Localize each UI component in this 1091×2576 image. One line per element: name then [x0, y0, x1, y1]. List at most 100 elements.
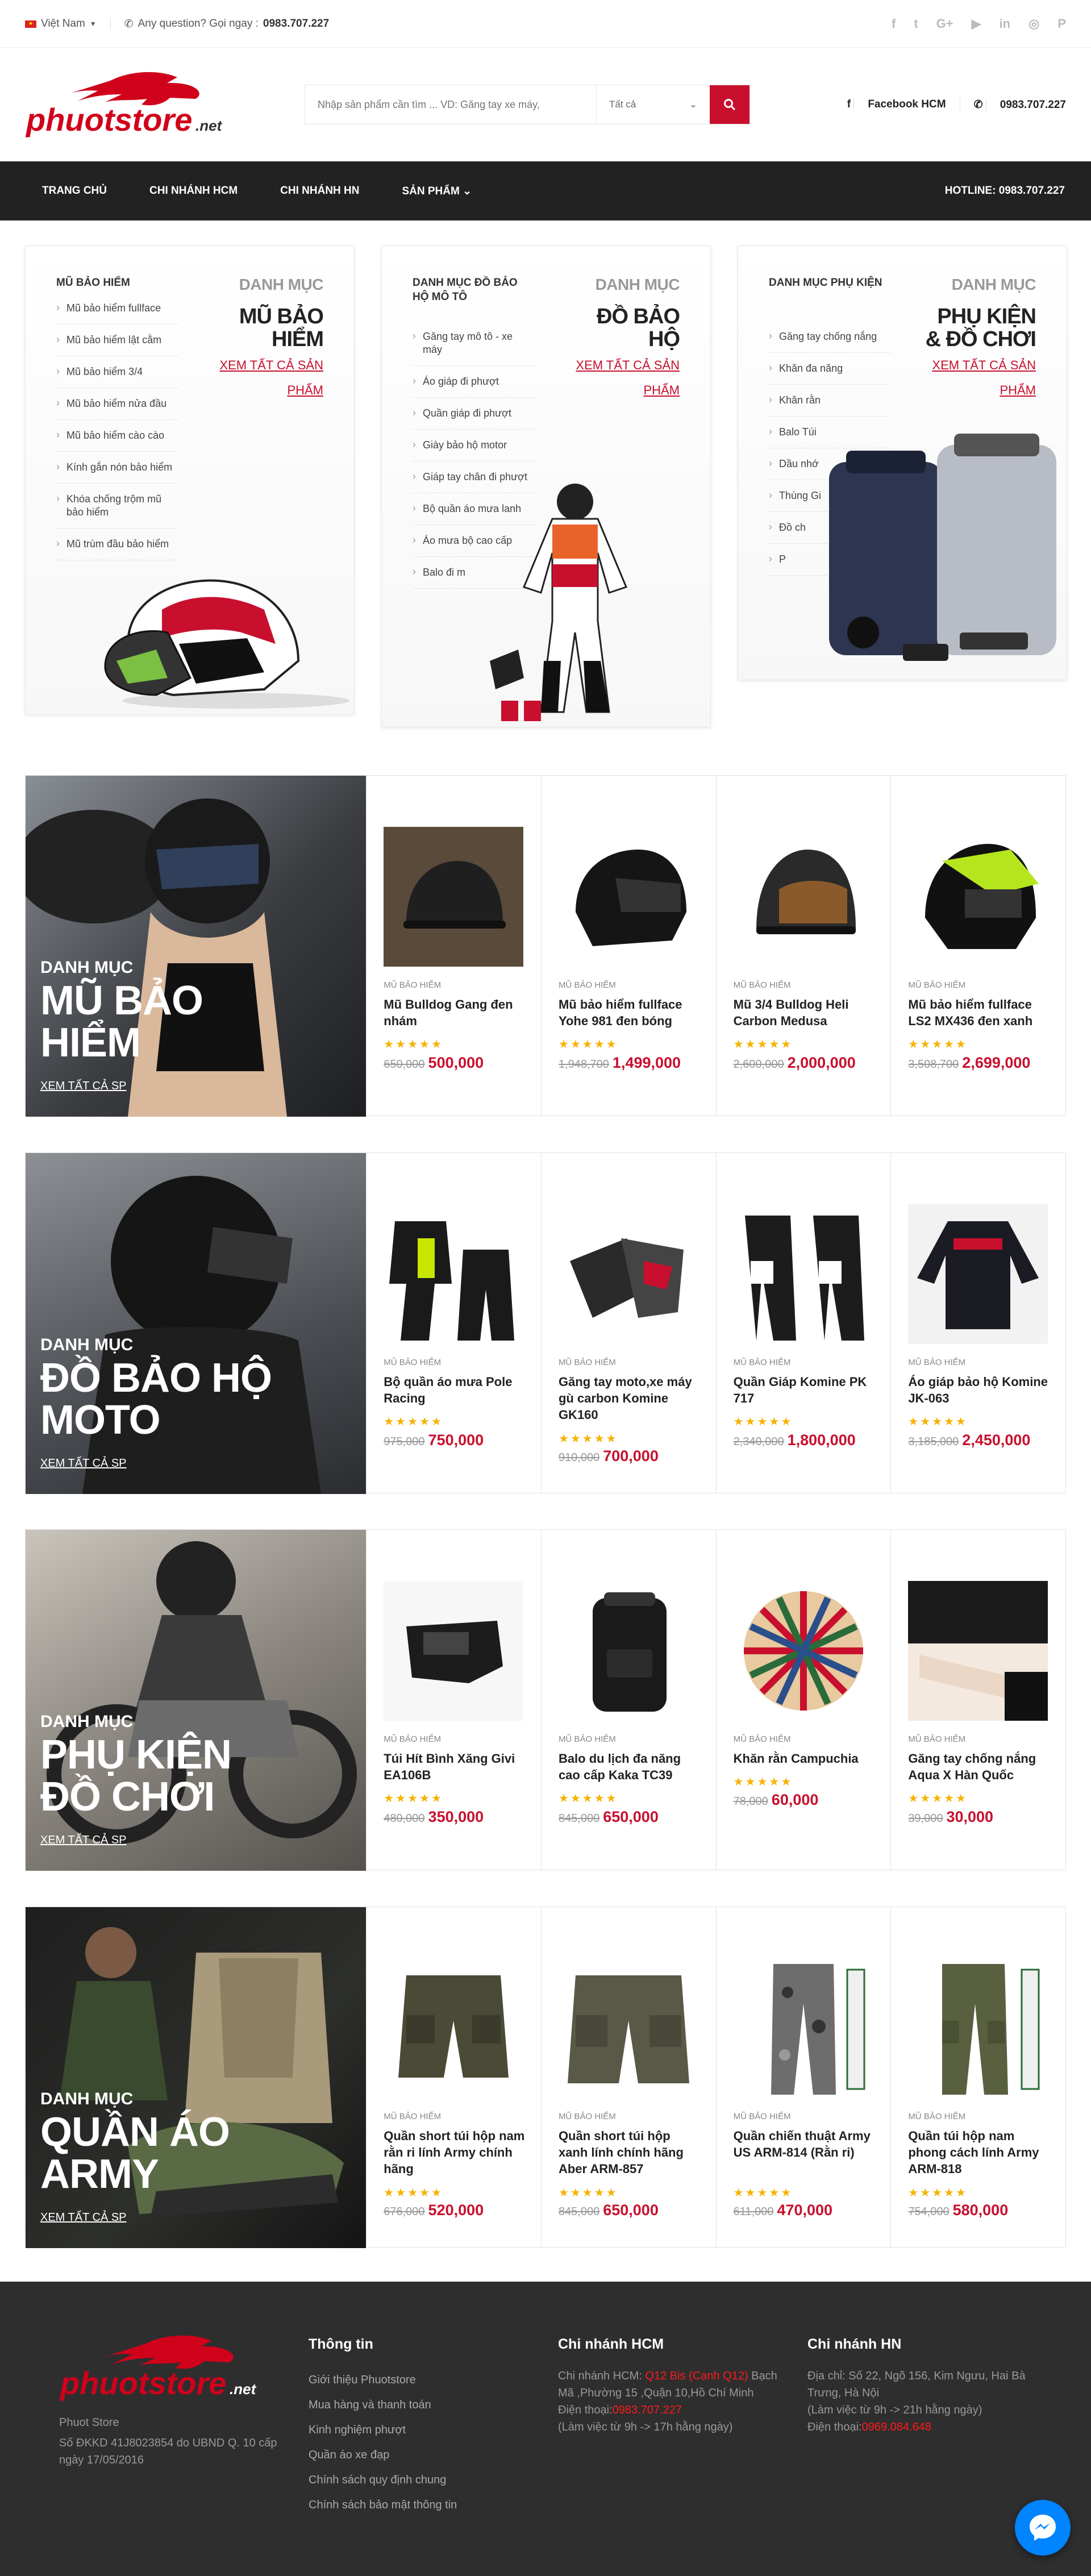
product-name[interactable]: Túi Hít Bình Xăng Givi EA106B — [384, 1750, 526, 1783]
product-image[interactable] — [384, 827, 524, 967]
nav-branch-hn[interactable]: CHI NHÁNH HN — [280, 185, 368, 197]
category-item[interactable]: Mũ bảo hiểm nửa đầu — [56, 388, 178, 420]
product-image[interactable] — [558, 827, 698, 967]
category-item[interactable]: Mũ bảo hiểm lật cằm — [56, 324, 178, 356]
nav-home[interactable]: TRANG CHỦ — [42, 185, 115, 197]
product-card[interactable]: MŨ BẢO HIỂM Mũ bảo hiểm fullface LS2 MX4… — [890, 776, 1065, 1117]
messenger-chat-button[interactable] — [1015, 2500, 1071, 2556]
product-card[interactable]: MŨ BẢO HIỂM Quần Giáp Komine PK 717 ★★★★… — [715, 1153, 891, 1494]
category-item[interactable]: Khăn đa năng — [769, 353, 891, 385]
banner-view-all[interactable]: XEM TẤT CẢ SP — [40, 2211, 256, 2224]
nav-branch-hcm[interactable]: CHI NHÁNH HCM — [149, 185, 246, 197]
footer-link[interactable]: Quần áo xe đạp — [309, 2442, 457, 2467]
footer-logo[interactable]: phuotstore .net — [59, 2333, 292, 2407]
product-name[interactable]: Găng tay moto,xe máy gù carbon Komine GK… — [559, 1374, 701, 1423]
product-image[interactable] — [908, 1958, 1048, 2098]
facebook-icon[interactable]: f — [892, 16, 896, 31]
product-card[interactable]: MŨ BẢO HIỂM Mũ Bulldog Gang đen nhám ★★★… — [366, 776, 541, 1117]
product-card[interactable]: MŨ BẢO HIỂM Mũ 3/4 Bulldog Heli Carbon M… — [715, 776, 891, 1117]
youtube-icon[interactable]: ▶ — [972, 16, 981, 31]
product-name[interactable]: Mũ Bulldog Gang đen nhám — [384, 996, 526, 1029]
product-image[interactable] — [558, 1204, 698, 1344]
row-banner[interactable]: DANH MỤC QUẦN ÁO ARMY XEM TẤT CẢ SP — [26, 1907, 367, 2248]
product-name[interactable]: Khăn rằn Campuchia — [734, 1750, 876, 1767]
site-logo[interactable]: phuotstore .net — [25, 69, 255, 140]
twitter-icon[interactable]: t — [914, 16, 918, 31]
product-name[interactable]: Quần chiến thuật Army US ARM-814 (Rằn ri… — [734, 2128, 876, 2161]
product-name[interactable]: Quần short túi hộp xanh lính chính hãng … — [559, 2128, 701, 2177]
product-image[interactable] — [733, 1581, 873, 1721]
facebook-hcm-link[interactable]: f Facebook HCM — [847, 98, 946, 111]
product-image[interactable] — [908, 827, 1048, 967]
view-all-link[interactable]: XEM TẤT CẢ SẢN PHẨM — [922, 353, 1036, 403]
search-category-select[interactable]: Tất cả ⌄ — [596, 85, 710, 124]
category-item[interactable]: Giày bảo hộ motor — [413, 430, 535, 461]
product-name[interactable]: Quần Giáp Komine PK 717 — [734, 1374, 876, 1406]
product-image[interactable] — [733, 827, 873, 967]
product-name[interactable]: Mũ 3/4 Bulldog Heli Carbon Medusa — [734, 996, 876, 1029]
linkedin-icon[interactable]: in — [1000, 16, 1011, 31]
row-banner[interactable]: DANH MỤC MŨ BẢO HIỂM XEM TẤT CẢ SP — [26, 776, 367, 1117]
product-card[interactable]: MŨ BẢO HIỂM Mũ bảo hiểm fullface Yohe 98… — [540, 776, 716, 1117]
footer-link[interactable]: Giới thiệu Phuotstore — [309, 2367, 457, 2392]
product-card[interactable]: MŨ BẢO HIỂM Bộ quần áo mưa Pole Racing ★… — [366, 1153, 541, 1494]
product-name[interactable]: Quần túi hộp nam phong cách lính Army AR… — [908, 2128, 1050, 2177]
product-card[interactable]: MŨ BẢO HIỂM Balo du lịch đa năng cao cấp… — [540, 1530, 716, 1871]
google-plus-icon[interactable]: G+ — [936, 16, 953, 31]
question-phone-number[interactable]: 0983.707.227 — [263, 18, 329, 30]
product-card[interactable]: MŨ BẢO HIỂM Khăn rằn Campuchia ★★★★★ 78,… — [715, 1530, 891, 1871]
product-name[interactable]: Quần short túi hộp nam rằn ri lính Army … — [384, 2128, 526, 2177]
category-item[interactable]: Kính gắn nón bảo hiểm — [56, 452, 178, 484]
row-banner[interactable]: DANH MỤC PHỤ KIỆN ĐỒ CHƠI XEM TẤT CẢ SP — [26, 1530, 367, 1871]
category-item[interactable]: Mũ bảo hiểm cào cào — [56, 420, 178, 452]
footer-link[interactable]: Chính sách bảo mật thông tin — [309, 2492, 457, 2517]
product-card[interactable]: MŨ BẢO HIỂM Quần chiến thuật Army US ARM… — [715, 1907, 891, 2248]
banner-view-all[interactable]: XEM TẤT CẢ SP — [40, 1457, 279, 1470]
category-item[interactable]: Mũ bảo hiểm 3/4 — [56, 356, 178, 388]
instagram-icon[interactable]: ◎ — [1028, 16, 1039, 31]
footer-link[interactable]: Mua hàng và thanh toán — [309, 2392, 457, 2417]
product-card[interactable]: MŨ BẢO HIỂM Quần short túi hộp xanh lính… — [540, 1907, 716, 2248]
header-phone-link[interactable]: ✆ 0983.707.227 — [959, 98, 1066, 111]
product-card[interactable]: MŨ BẢO HIỂM Găng tay moto,xe máy gù carb… — [540, 1153, 716, 1494]
product-card[interactable]: MŨ BẢO HIỂM Quần túi hộp nam phong cách … — [890, 1907, 1065, 2248]
product-image[interactable] — [558, 1581, 698, 1721]
product-image[interactable] — [384, 1204, 524, 1344]
category-item[interactable]: Áo giáp đi phượt — [413, 366, 535, 398]
product-name[interactable]: Bộ quần áo mưa Pole Racing — [384, 1374, 526, 1406]
category-item[interactable]: Găng tay mô tô - xe máy — [413, 321, 535, 366]
product-name[interactable]: Balo du lịch đa năng cao cấp Kaka TC39 — [559, 1750, 701, 1783]
nav-products[interactable]: SẢN PHẨM ⌄ — [402, 185, 480, 198]
category-item[interactable]: Quần giáp đi phượt — [413, 398, 535, 430]
search-input[interactable] — [305, 85, 596, 124]
product-card[interactable]: MŨ BẢO HIỂM Quần short túi hộp nam rằn r… — [366, 1907, 541, 2248]
product-card[interactable]: MŨ BẢO HIỂM Túi Hít Bình Xăng Givi EA106… — [366, 1530, 541, 1871]
banner-view-all[interactable]: XEM TẤT CẢ SP — [40, 1080, 256, 1093]
language-selector[interactable]: Việt Nam ▼ — [25, 18, 111, 30]
hn-phone-number[interactable]: 0969.084.648 — [862, 2421, 931, 2433]
view-all-link[interactable]: XEM TẤT CẢ SẢN PHẨM — [210, 353, 323, 403]
product-image[interactable] — [908, 1204, 1048, 1344]
category-item[interactable]: Mũ bảo hiểm fullface — [56, 293, 178, 324]
product-name[interactable]: Mũ bảo hiểm fullface Yohe 981 đen bóng — [559, 996, 701, 1029]
product-image[interactable] — [733, 1204, 873, 1344]
pinterest-icon[interactable]: P — [1057, 16, 1066, 31]
product-image[interactable] — [908, 1581, 1048, 1721]
category-item[interactable]: Khóa chống trộm mũ bảo hiểm — [56, 484, 178, 528]
footer-link[interactable]: Kinh nghiệm phượt — [309, 2417, 457, 2442]
hcm-phone-number[interactable]: 0983.707.227 — [613, 2404, 682, 2416]
banner-view-all[interactable]: XEM TẤT CẢ SP — [40, 1834, 256, 1847]
category-item[interactable]: Găng tay chống nắng — [769, 321, 891, 353]
search-button[interactable] — [710, 85, 749, 124]
product-card[interactable]: MŨ BẢO HIỂM Găng tay chống nắng Aqua X H… — [890, 1530, 1065, 1871]
product-image[interactable] — [384, 1581, 524, 1721]
product-card[interactable]: MŨ BẢO HIỂM Áo giáp bảo hộ Komine JK-063… — [890, 1153, 1065, 1494]
view-all-link[interactable]: XEM TẤT CẢ SẢN PHẨM — [566, 353, 680, 403]
product-image[interactable] — [733, 1958, 873, 2098]
row-banner[interactable]: DANH MỤC ĐỒ BẢO HỘ MOTO XEM TẤT CẢ SP — [26, 1153, 367, 1494]
footer-link[interactable]: Chính sách quy định chung — [309, 2467, 457, 2492]
product-name[interactable]: Mũ bảo hiểm fullface LS2 MX436 đen xanh — [908, 996, 1050, 1029]
product-image[interactable] — [384, 1958, 524, 2098]
product-image[interactable] — [558, 1958, 698, 2098]
product-name[interactable]: Áo giáp bảo hộ Komine JK-063 — [908, 1374, 1050, 1406]
